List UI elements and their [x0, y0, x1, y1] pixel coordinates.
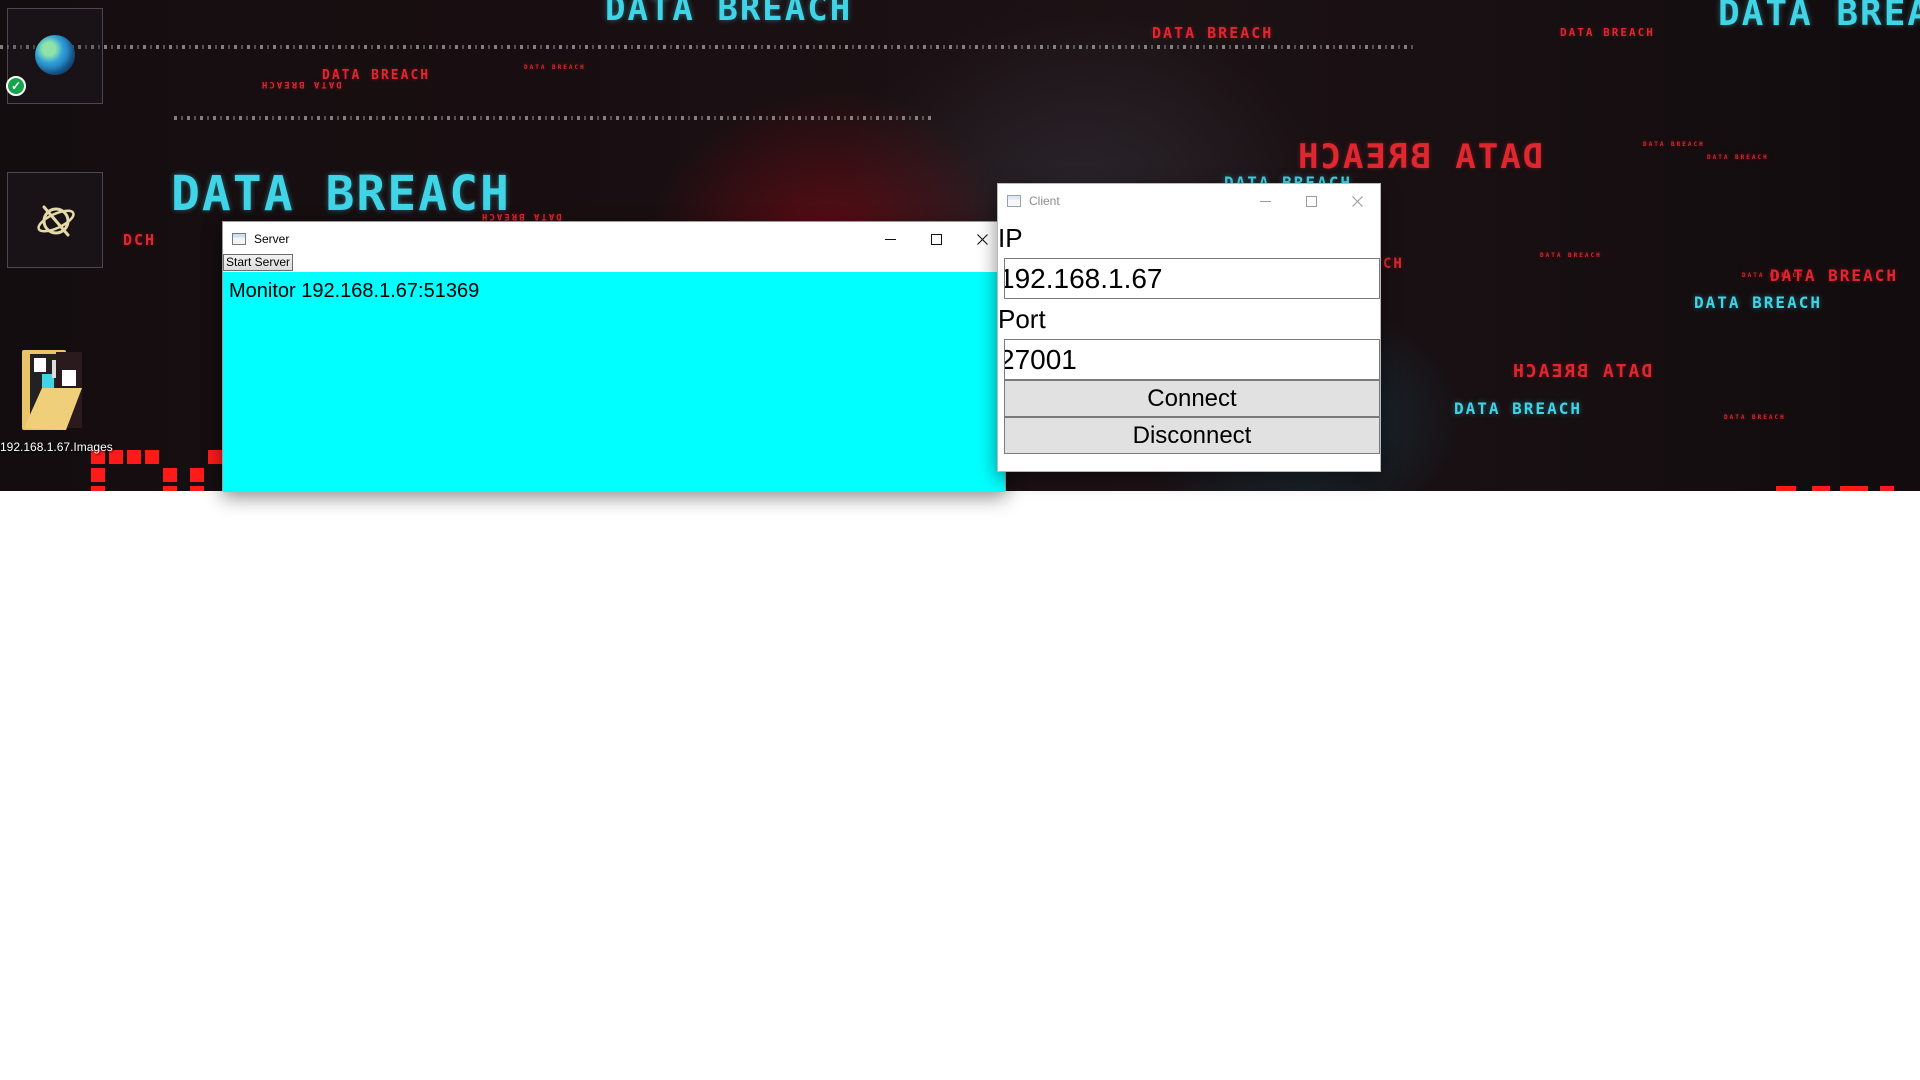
wallpaper-text: DATA BREACH [524, 64, 586, 71]
server-window[interactable]: Server Start Server Monitor 192.168.1.67… [222, 221, 1006, 492]
start-server-button[interactable]: Start Server [223, 254, 294, 271]
folder-icon[interactable] [22, 348, 86, 434]
connect-button[interactable]: Connect [1004, 380, 1380, 417]
wallpaper-pixel [91, 468, 105, 482]
globe-icon [35, 35, 75, 75]
maximize-button[interactable] [913, 222, 959, 256]
client-titlebar[interactable]: Client [998, 184, 1380, 218]
client-form: IP Port Connect Disconnect [998, 218, 1380, 454]
wallpaper-text: DATA BREACH [605, 0, 853, 29]
wallpaper-text: DCH [123, 231, 157, 249]
close-icon [976, 233, 988, 245]
wallpaper-pixel [127, 450, 141, 464]
glitch-line [174, 116, 934, 120]
client-window[interactable]: Client IP Port Connect Disconnect [997, 183, 1381, 472]
planet-slash-icon [37, 205, 75, 237]
ip-label: IP [998, 223, 1023, 253]
client-window-title: Client [1029, 194, 1060, 208]
wallpaper-text: DATA BREACH [260, 79, 342, 89]
minimize-icon [1259, 200, 1271, 202]
wallpaper-text: DATA BREACH [1724, 414, 1786, 421]
wallpaper-text: DATA BREACH [171, 166, 511, 222]
wallpaper-pixel [190, 468, 204, 482]
wallpaper-text: DATA BREACH [480, 211, 562, 221]
wallpaper-text: DATA BREACH [1540, 252, 1602, 259]
desktop-icon-app[interactable] [7, 172, 103, 268]
wallpaper-pixel [208, 450, 222, 464]
minimize-button[interactable] [1242, 184, 1288, 218]
wallpaper-text: DATA BREACH [1707, 154, 1769, 161]
wallpaper-pixel [190, 486, 204, 491]
wallpaper-pixel [163, 486, 177, 491]
maximize-icon [1305, 195, 1317, 207]
wallpaper-text: DATA BREACH [1511, 361, 1653, 382]
check-badge-icon: ✓ [6, 76, 26, 96]
wallpaper-text: DATA BREACH [1643, 141, 1705, 148]
wallpaper-pixel [163, 468, 177, 482]
maximize-icon [930, 233, 942, 245]
wallpaper-text: DATA BREACH [1560, 26, 1655, 39]
ip-field[interactable] [1004, 258, 1380, 299]
wallpaper-text: DATA BREACH [1454, 399, 1582, 418]
glitch-line [0, 45, 1415, 49]
port-field[interactable] [1004, 339, 1380, 380]
folder-label[interactable]: 192.168.1.67.Images [0, 440, 113, 454]
wallpaper-pixel [1880, 486, 1894, 491]
minimize-button[interactable] [867, 222, 913, 256]
wallpaper-text: DATA BREA [1718, 0, 1920, 34]
port-label: Port [998, 304, 1046, 334]
server-titlebar[interactable]: Server [223, 222, 1005, 256]
wallpaper-text: DATA BREACH [1152, 24, 1274, 42]
wallpaper-text: DATA BREACH [1296, 137, 1544, 177]
disconnect-button[interactable]: Disconnect [1004, 417, 1380, 454]
wallpaper-text: DATA BREACH [1694, 293, 1822, 312]
app-window-icon [1007, 195, 1021, 207]
app-window-icon [232, 233, 246, 245]
wallpaper-text: DATA BREACH [1742, 272, 1804, 279]
close-button[interactable] [1334, 184, 1380, 218]
wallpaper-text: CH [1383, 256, 1404, 272]
list-item[interactable]: Monitor 192.168.1.67:51369 [229, 280, 479, 303]
close-icon [1351, 195, 1363, 207]
wallpaper-pixel [91, 486, 105, 491]
wallpaper-pixel [145, 450, 159, 464]
wallpaper-pixel [1840, 486, 1868, 491]
wallpaper-pixel [1776, 486, 1796, 491]
minimize-icon [884, 238, 896, 240]
wallpaper-pixel [1812, 486, 1830, 491]
server-window-title: Server [254, 232, 290, 246]
maximize-button[interactable] [1288, 184, 1334, 218]
monitor-list[interactable]: Monitor 192.168.1.67:51369 [223, 272, 1005, 492]
